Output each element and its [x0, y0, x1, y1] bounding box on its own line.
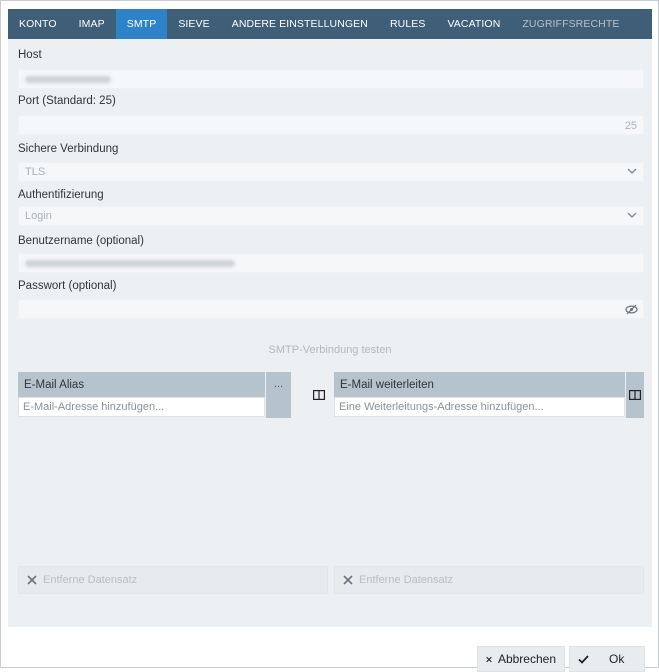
check-icon [578, 654, 589, 664]
secure-select[interactable]: TLS [18, 162, 644, 182]
x-icon [27, 575, 37, 585]
secure-value: TLS [25, 166, 46, 178]
tab-andere-einstellungen[interactable]: ANDERE EINSTELLUNGEN [221, 9, 379, 39]
alias-grid-header[interactable]: E-Mail Alias [18, 372, 265, 397]
dialog-footer: Abbrechen Ok [1, 627, 658, 672]
delete-label: Entferne Datensatz [43, 574, 138, 586]
redacted-value [25, 259, 235, 267]
tab-smtp[interactable]: SMTP [115, 9, 168, 39]
tab-vacation[interactable]: VACATION [436, 9, 511, 39]
tab-rules[interactable]: RULES [379, 9, 437, 39]
columns-icon[interactable] [629, 390, 641, 400]
alias-delete-button[interactable]: Entferne Datensatz [18, 566, 328, 594]
smtp-panel: Host Port (Standard: 25) 25 Sichere Verb… [8, 39, 652, 627]
port-field[interactable]: 25 [18, 115, 644, 135]
auth-value: Login [25, 210, 52, 222]
x-icon [343, 575, 353, 585]
tab-konto[interactable]: KONTO [8, 9, 68, 39]
delete-label: Entferne Datensatz [359, 574, 454, 586]
redacted-value [25, 75, 111, 83]
tab-imap[interactable]: IMAP [68, 9, 116, 39]
auth-label: Authentifizierung [18, 189, 104, 201]
eye-slash-icon[interactable] [625, 304, 638, 315]
pass-label: Passwort (optional) [18, 280, 117, 292]
user-label: Benutzername (optional) [18, 235, 144, 247]
auth-select[interactable]: Login [18, 206, 644, 226]
secure-label: Sichere Verbindung [18, 143, 119, 155]
alias-grid-side [266, 397, 291, 418]
account-dialog: KONTO IMAP SMTP SIEVE ANDERE EINSTELLUNG… [0, 0, 659, 672]
port-label: Port (Standard: 25) [18, 95, 116, 107]
host-label: Host [18, 49, 42, 61]
cancel-label: Abbrechen [497, 652, 556, 666]
chevron-down-icon [627, 212, 637, 218]
test-connection-button[interactable]: SMTP-Verbindung testen [8, 344, 652, 356]
tab-zugriffsrechte[interactable]: ZUGRIFFSRECHTE [511, 9, 630, 39]
cancel-button[interactable]: Abbrechen [477, 646, 565, 672]
tab-bar: KONTO IMAP SMTP SIEVE ANDERE EINSTELLUNG… [8, 9, 652, 39]
columns-icon[interactable] [313, 390, 325, 400]
host-field[interactable] [18, 69, 644, 89]
chevron-down-icon [627, 168, 637, 174]
port-value: 25 [624, 120, 637, 132]
ok-label: Ok [609, 652, 625, 666]
forward-delete-button[interactable]: Entferne Datensatz [334, 566, 644, 594]
tab-sieve[interactable]: SIEVE [167, 9, 220, 39]
ok-button[interactable]: Ok [569, 646, 645, 672]
user-field[interactable] [18, 253, 644, 273]
pass-field[interactable] [18, 299, 644, 319]
alias-input[interactable]: E-Mail-Adresse hinzufügen... [18, 397, 265, 417]
x-icon [486, 656, 492, 662]
forward-input[interactable]: Eine Weiterleitungs-Adresse hinzufügen..… [334, 397, 625, 417]
forward-grid-header[interactable]: E-Mail weiterleiten [334, 372, 625, 397]
